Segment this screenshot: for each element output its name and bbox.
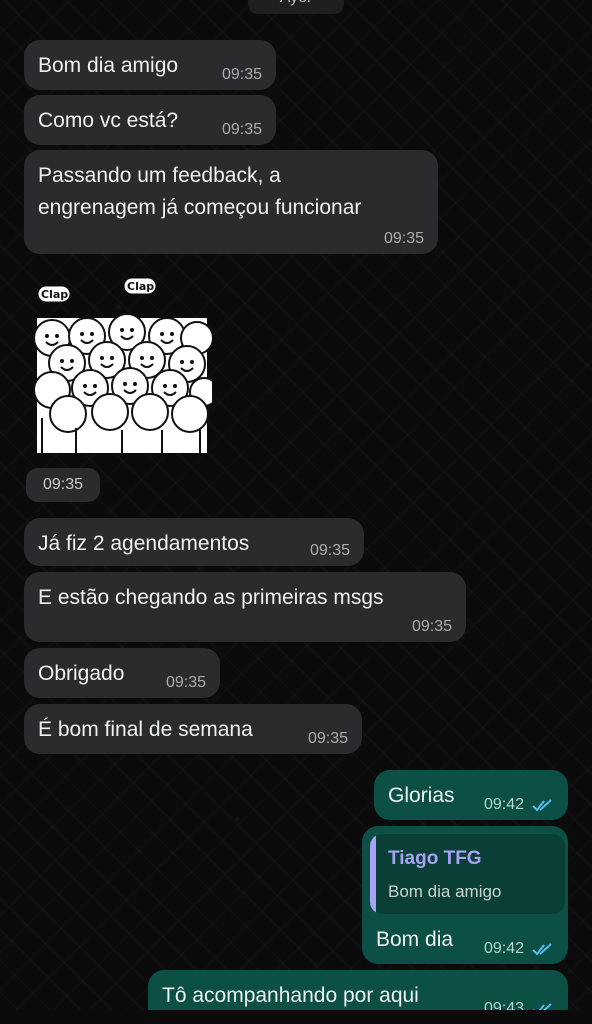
message-time: 09:35: [165, 674, 206, 691]
message-bubble-7[interactable]: Obrigado 09:35: [24, 648, 220, 698]
message-time: 09:35: [221, 121, 262, 138]
message-text: É bom final de semana: [38, 718, 253, 741]
quoted-text: Bom dia amigo: [388, 882, 502, 901]
message-bubble-8[interactable]: É bom final de semana 09:35: [24, 704, 362, 754]
message-bubble-2[interactable]: Como vc está? 09:35: [24, 95, 276, 145]
quote-accent-bar: [370, 834, 376, 914]
quoted-sender: Tiago TFG: [388, 848, 482, 869]
message-time: 09:35: [411, 618, 452, 635]
message-bubble-3[interactable]: Passando um feedback, a engrenagem já co…: [24, 150, 438, 254]
message-text: Passando um feedback, a engrenagem já co…: [38, 164, 362, 219]
sticker-message[interactable]: Clap! Clap!: [32, 277, 219, 456]
message-text: Bom dia: [376, 928, 454, 951]
message-time: 09:42: [483, 940, 524, 957]
message-bubble-1[interactable]: Bom dia amigo 09:35: [24, 40, 276, 90]
sticker-caption-right: Clap!: [127, 280, 159, 293]
message-time: 09:42: [483, 796, 524, 813]
composer-bar-edge: [0, 1010, 592, 1024]
message-time: 09:35: [309, 542, 350, 559]
double-check-icon: [532, 799, 552, 812]
message-text: Glorias: [388, 784, 455, 807]
message-text: E estão chegando as primeiras msgs: [38, 586, 384, 609]
message-text: Já fiz 2 agendamentos: [38, 532, 250, 555]
date-separator: Ayer: [248, 0, 344, 14]
message-bubble-10[interactable]: Tiago TFG Bom dia amigo Bom dia 09:42: [362, 826, 568, 964]
message-time: 09:35: [307, 730, 348, 747]
sticker-caption-left: Clap!: [41, 288, 73, 301]
sticker-time: 09:35: [26, 468, 100, 502]
message-bubble-9[interactable]: Glorias 09:42: [374, 770, 568, 820]
message-bubble-6[interactable]: E estão chegando as primeiras msgs 09:35: [24, 572, 466, 642]
double-check-icon: [532, 943, 552, 956]
message-bubble-5[interactable]: Já fiz 2 agendamentos 09:35: [24, 518, 364, 566]
message-time: 09:35: [383, 230, 424, 247]
clapping-crowd-sticker: Clap! Clap!: [33, 277, 219, 453]
message-time: 09:35: [221, 66, 262, 83]
quoted-message[interactable]: Tiago TFG Bom dia amigo: [370, 834, 565, 914]
